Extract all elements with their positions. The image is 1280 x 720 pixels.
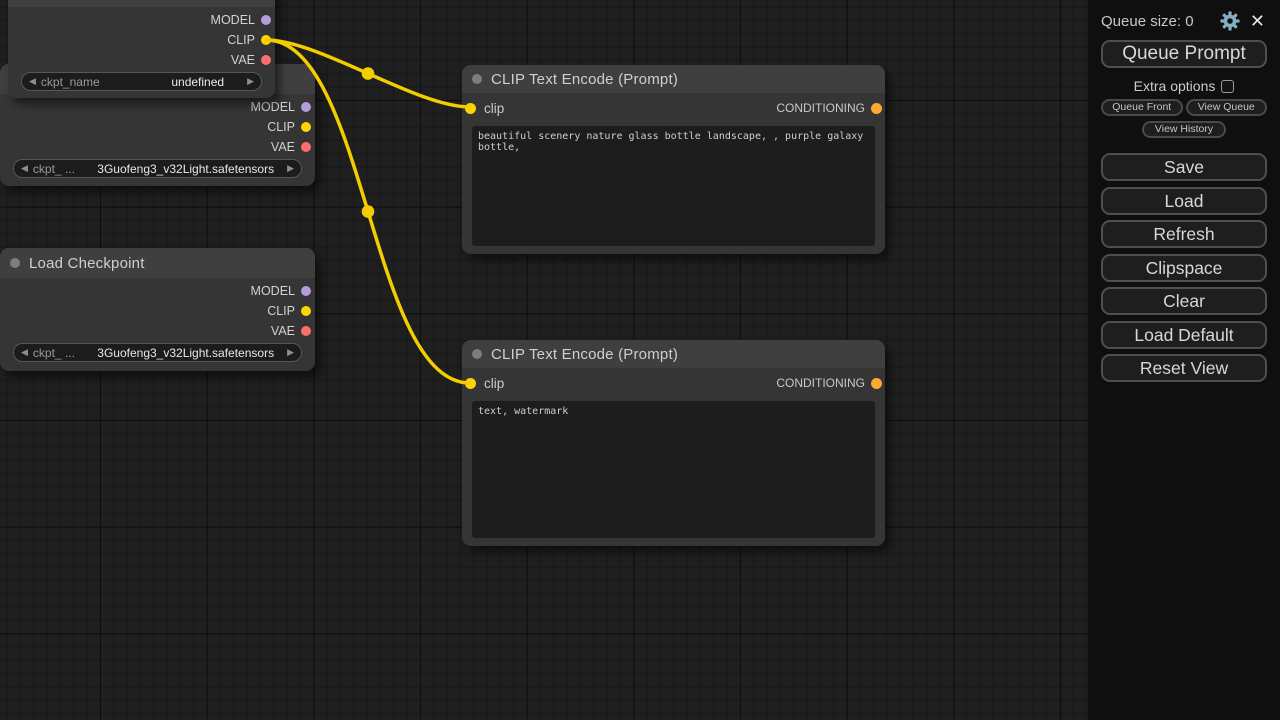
model-output-dot-icon[interactable] <box>301 102 311 112</box>
extra-options-label: Extra options <box>1134 78 1216 94</box>
load-default-button[interactable]: Load Default <box>1101 321 1267 349</box>
slot-label: VAE <box>271 140 295 154</box>
widget-label: ckpt_ ... <box>33 162 75 176</box>
node-title: Load Checkpoint <box>29 255 145 272</box>
clip-output-dot-icon[interactable] <box>301 306 311 316</box>
collapse-dot-icon[interactable] <box>472 74 482 84</box>
widget-left-arrow-icon[interactable]: ◀ <box>29 77 36 86</box>
extra-options-checkbox[interactable] <box>1221 80 1234 93</box>
save-button[interactable]: Save <box>1101 153 1267 181</box>
conditioning-output-dot-icon[interactable] <box>871 378 882 389</box>
node-clip-text-encode-negative[interactable]: CLIP Text Encode (Prompt) clip CONDITION… <box>462 340 885 546</box>
widget-label: ckpt_name <box>41 75 100 89</box>
widget-value: 3Guofeng3_v32Light.safetensors <box>80 162 282 176</box>
node-title-bar[interactable]: Load Checkpoint <box>0 248 315 278</box>
node-load-checkpoint-top[interactable]: MODEL CLIP VAE ◀ ckpt_name undefined ▶ <box>8 0 275 98</box>
view-queue-button[interactable]: View Queue <box>1186 99 1268 116</box>
slot-label: VAE <box>231 53 255 67</box>
widget-left-arrow-icon[interactable]: ◀ <box>21 348 28 357</box>
node-title-bar[interactable]: CLIP Text Encode (Prompt) <box>462 65 885 93</box>
output-slot-clip[interactable]: CLIP <box>0 301 315 321</box>
widget-right-arrow-icon[interactable]: ▶ <box>287 348 294 357</box>
comfy-menu-panel: Queue size: 0 ✕ Queue Prompt Extra optio… <box>1088 0 1280 720</box>
input-slot-clip[interactable]: clip <box>462 376 504 391</box>
clipspace-button[interactable]: Clipspace <box>1101 254 1267 282</box>
clip-output-dot-icon[interactable] <box>261 35 271 45</box>
slot-label: CONDITIONING <box>776 101 865 115</box>
output-slot-clip[interactable]: CLIP <box>0 117 315 137</box>
output-slot-clip[interactable]: CLIP <box>8 30 275 50</box>
queue-size-label: Queue size: 0 <box>1101 13 1194 30</box>
output-slot-model[interactable]: MODEL <box>0 281 315 301</box>
queue-size-value: 0 <box>1185 13 1193 30</box>
collapse-dot-icon[interactable] <box>10 258 20 268</box>
queue-prompt-button[interactable]: Queue Prompt <box>1101 40 1267 68</box>
output-slot-vae[interactable]: VAE <box>0 321 315 341</box>
clip-input-dot-icon[interactable] <box>465 378 476 389</box>
slot-label: VAE <box>271 324 295 338</box>
node-title-bar[interactable]: CLIP Text Encode (Prompt) <box>462 340 885 368</box>
slot-label: CLIP <box>267 120 295 134</box>
link-midpoint-dot-icon[interactable] <box>362 205 375 218</box>
clip-input-dot-icon[interactable] <box>465 103 476 114</box>
slot-label: CONDITIONING <box>776 376 865 390</box>
node-load-checkpoint[interactable]: Load Checkpoint MODEL CLIP VAE ◀ ckpt_ .… <box>0 248 315 371</box>
positive-prompt-textarea[interactable]: beautiful scenery nature glass bottle la… <box>472 126 875 246</box>
settings-gear-icon[interactable] <box>1219 10 1241 32</box>
queue-front-button[interactable]: Queue Front <box>1101 99 1183 116</box>
output-slot-vae[interactable]: VAE <box>0 137 315 157</box>
widget-label: ckpt_ ... <box>33 346 75 360</box>
queue-size-text: Queue size: <box>1101 13 1181 30</box>
output-slot-model[interactable]: MODEL <box>0 97 315 117</box>
output-slot-vae[interactable]: VAE <box>8 50 275 70</box>
input-slot-clip[interactable]: clip <box>462 101 504 116</box>
collapse-dot-icon[interactable] <box>472 349 482 359</box>
negative-prompt-textarea[interactable]: text, watermark <box>472 401 875 538</box>
vae-output-dot-icon[interactable] <box>301 142 311 152</box>
node-title: CLIP Text Encode (Prompt) <box>491 71 678 88</box>
widget-value: 3Guofeng3_v32Light.safetensors <box>80 346 282 360</box>
slot-label: MODEL <box>251 100 295 114</box>
slot-label: clip <box>484 376 504 391</box>
vae-output-dot-icon[interactable] <box>261 55 271 65</box>
node-clip-text-encode-positive[interactable]: CLIP Text Encode (Prompt) clip CONDITION… <box>462 65 885 254</box>
output-slot-conditioning[interactable]: CONDITIONING <box>776 101 885 115</box>
node-title: CLIP Text Encode (Prompt) <box>491 346 678 363</box>
widget-right-arrow-icon[interactable]: ▶ <box>287 164 294 173</box>
slot-label: MODEL <box>211 13 255 27</box>
slot-label: clip <box>484 101 504 116</box>
slot-label: CLIP <box>227 33 255 47</box>
link-midpoint-dot-icon[interactable] <box>362 67 375 80</box>
widget-left-arrow-icon[interactable]: ◀ <box>21 164 28 173</box>
load-button[interactable]: Load <box>1101 187 1267 215</box>
reset-view-button[interactable]: Reset View <box>1101 354 1267 382</box>
vae-output-dot-icon[interactable] <box>301 326 311 336</box>
conditioning-output-dot-icon[interactable] <box>871 103 882 114</box>
model-output-dot-icon[interactable] <box>261 15 271 25</box>
close-panel-icon[interactable]: ✕ <box>1248 12 1267 30</box>
output-slot-model[interactable]: MODEL <box>8 10 275 30</box>
ckpt-name-combo-widget[interactable]: ◀ ckpt_name undefined ▶ <box>21 72 262 91</box>
ckpt-name-combo-widget[interactable]: ◀ ckpt_ ... 3Guofeng3_v32Light.safetenso… <box>13 159 302 178</box>
widget-value: undefined <box>105 75 242 89</box>
output-slot-conditioning[interactable]: CONDITIONING <box>776 376 885 390</box>
slot-label: CLIP <box>267 304 295 318</box>
slot-label: MODEL <box>251 284 295 298</box>
widget-right-arrow-icon[interactable]: ▶ <box>247 77 254 86</box>
ckpt-name-combo-widget[interactable]: ◀ ckpt_ ... 3Guofeng3_v32Light.safetenso… <box>13 343 302 362</box>
clip-output-dot-icon[interactable] <box>301 122 311 132</box>
clear-button[interactable]: Clear <box>1101 287 1267 315</box>
node-title-bar[interactable] <box>8 0 275 7</box>
refresh-button[interactable]: Refresh <box>1101 220 1267 248</box>
view-history-button[interactable]: View History <box>1142 121 1226 138</box>
model-output-dot-icon[interactable] <box>301 286 311 296</box>
